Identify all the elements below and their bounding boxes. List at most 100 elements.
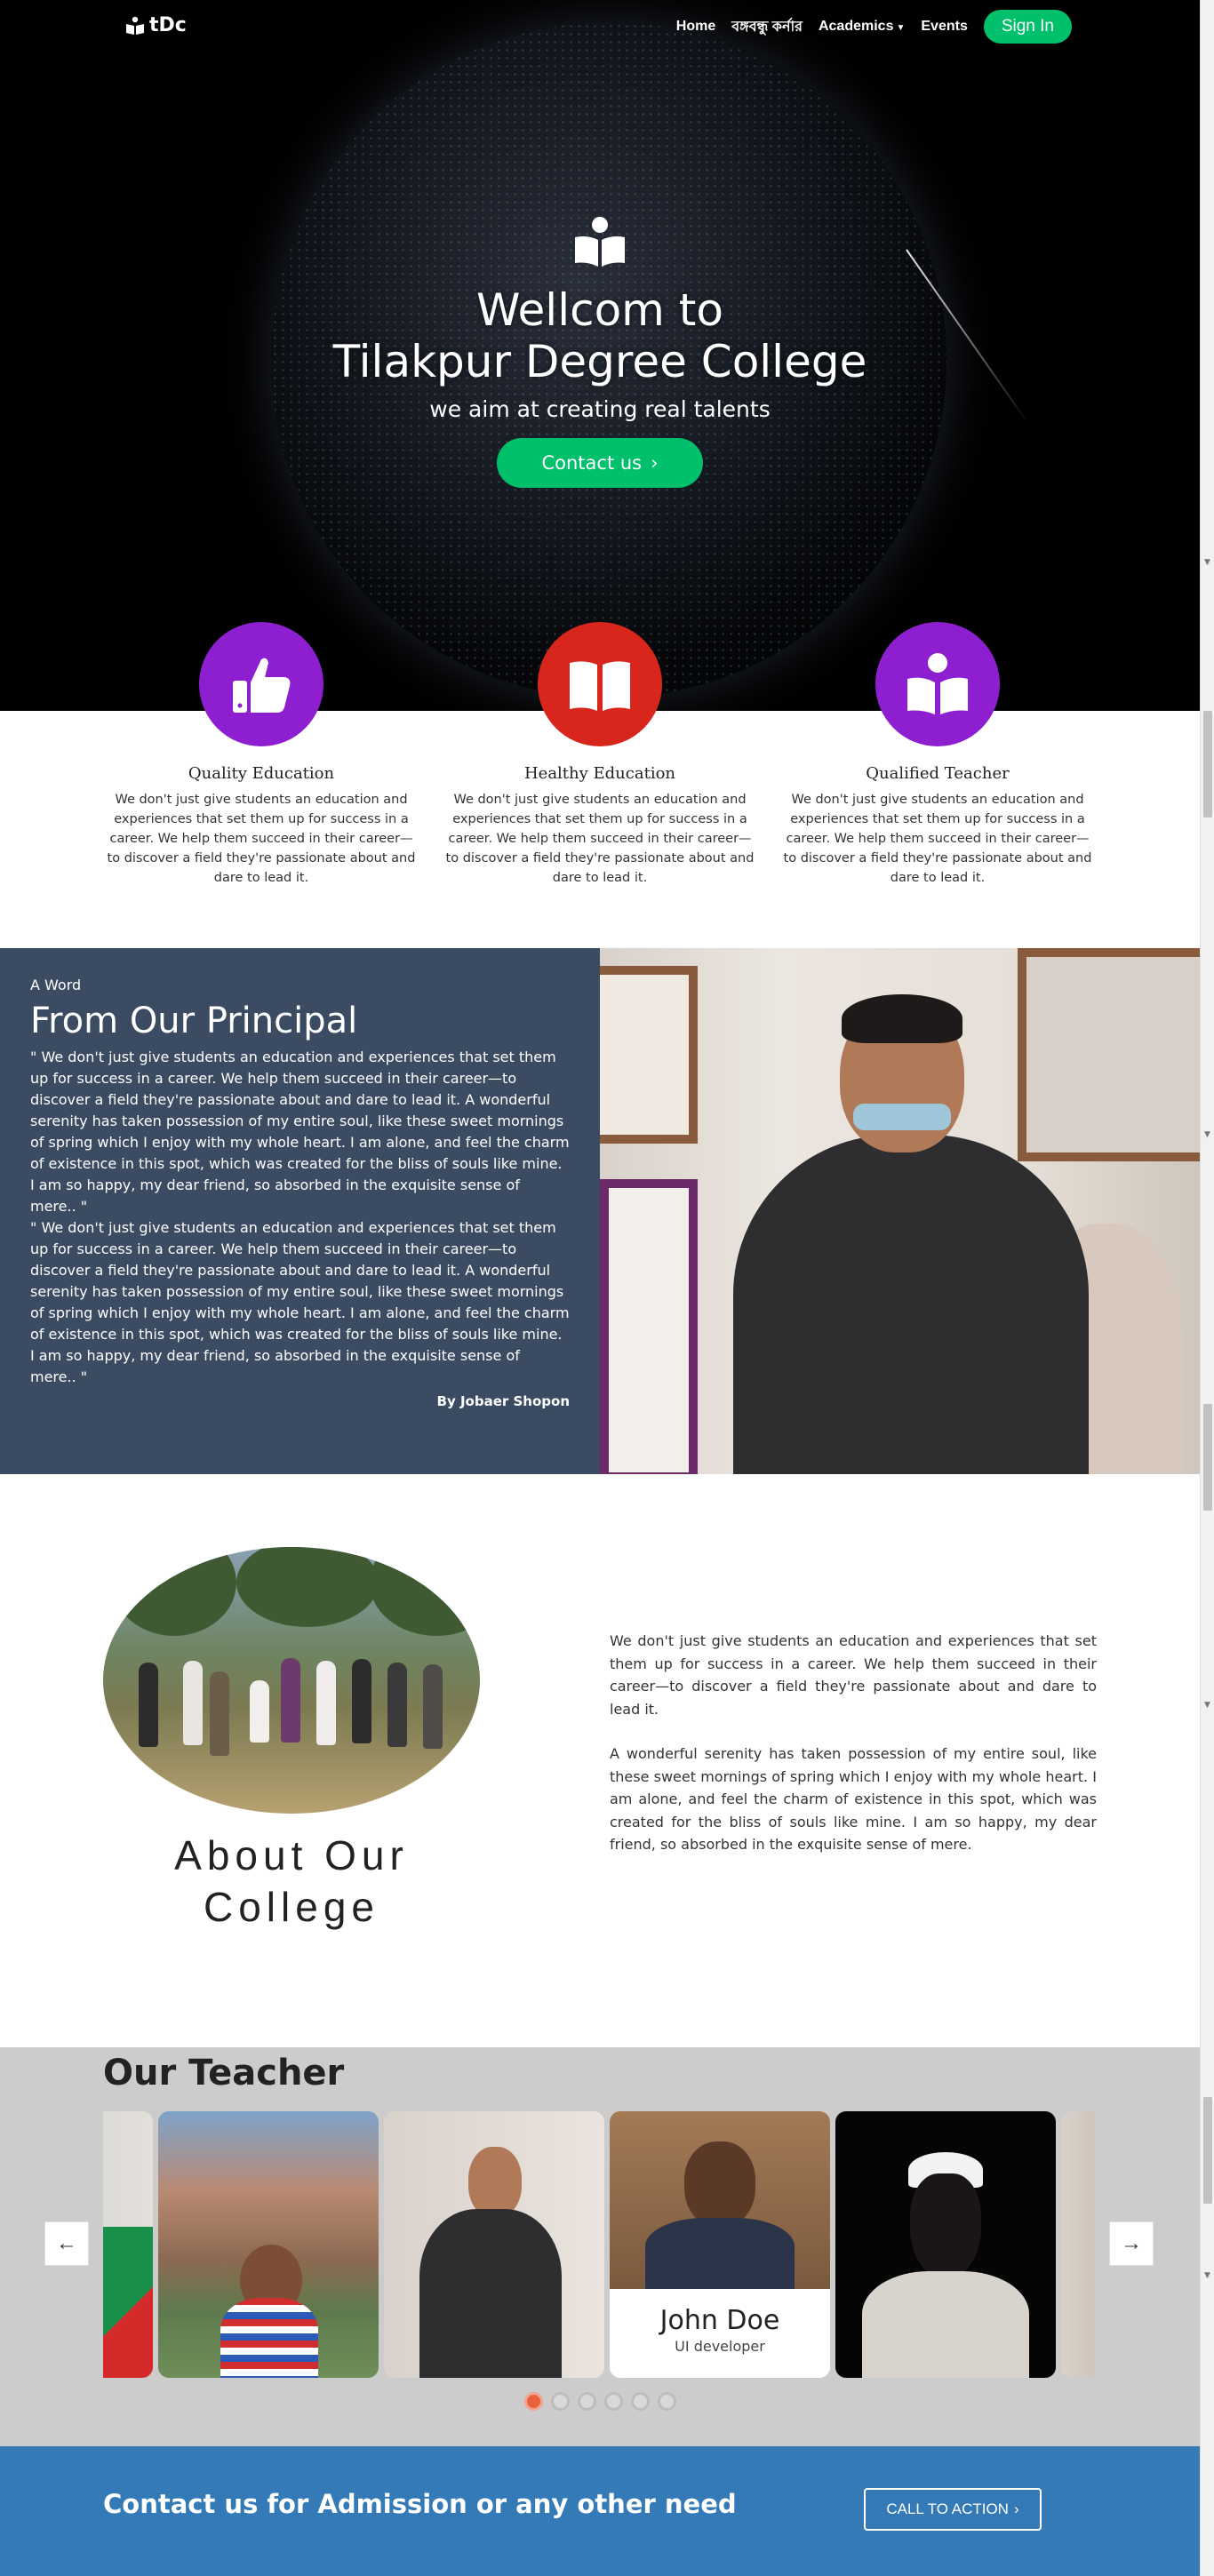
feature-icon-circle	[199, 622, 323, 746]
principal-byline: By Jobaer Shopon	[436, 1393, 570, 1409]
page-scrollbar[interactable]: ▼ ▼ ▼ ▼	[1200, 0, 1214, 2576]
about-heading-line1: About Our	[174, 1832, 409, 1878]
caret-down-icon: ▼	[896, 23, 906, 33]
person	[281, 1658, 300, 1743]
book-icon	[570, 661, 630, 711]
scroll-down-arrow[interactable]: ▼	[1204, 1130, 1210, 1139]
chevron-right-icon: ›	[1013, 2500, 1019, 2517]
top-navbar: tDc Home বঙ্গবন্ধু কর্নার Academics ▼ Eve…	[0, 0, 1200, 53]
teacher-name: John Doe	[659, 2305, 780, 2336]
scroll-thumb[interactable]	[1203, 2097, 1212, 2204]
feature-card-qualified-teacher: Qualified Teacher We don't just give stu…	[777, 622, 1098, 888]
tree	[370, 1547, 480, 1636]
about-text: We don't just give students an education…	[610, 1630, 1097, 1856]
wall-frame	[1018, 948, 1200, 1161]
teacher-carousel[interactable]: John Doe UI developer	[103, 2111, 1095, 2378]
carousel-dot[interactable]	[550, 2392, 570, 2411]
hero-section: tDc Home বঙ্গবন্ধু কর্নার Academics ▼ Eve…	[0, 0, 1200, 711]
teacher-shirt	[862, 2271, 1029, 2378]
tree	[236, 1547, 379, 1627]
wall-frame	[600, 966, 698, 1144]
cta-text: Contact us for Admission or any other ne…	[103, 2489, 737, 2519]
feature-title: Healthy Education	[523, 764, 676, 783]
contact-us-button[interactable]: Contact us ›	[497, 438, 703, 488]
principal-message-panel: A Word From Our Principal " We don't jus…	[0, 948, 600, 1474]
feature-icon-circle	[538, 622, 662, 746]
cta-section: Contact us for Admission or any other ne…	[0, 2446, 1200, 2576]
carousel-dots	[0, 2392, 1200, 2411]
college-group-photo	[103, 1547, 480, 1814]
features-section: Quality Education We don't just give stu…	[0, 622, 1200, 948]
cta-button-label: CALL TO ACTION	[886, 2500, 1009, 2517]
scroll-down-arrow[interactable]: ▼	[1204, 558, 1210, 567]
reader-icon	[575, 217, 625, 267]
feature-card-quality-education: Quality Education We don't just give stu…	[100, 622, 422, 888]
hero-subtitle: we aim at creating real talents	[429, 396, 771, 422]
carousel-dot[interactable]	[657, 2392, 676, 2411]
hero-title: Wellcom to Tilakpur Degree College	[0, 284, 1200, 387]
person	[210, 1671, 229, 1756]
teacher-photo	[610, 2111, 830, 2289]
person	[183, 1661, 203, 1745]
feature-icon-circle	[875, 622, 1000, 746]
principal-quote: " We don't just give students an educati…	[30, 1219, 570, 1385]
about-heading: About Our College	[103, 1830, 480, 1933]
scroll-thumb[interactable]	[1203, 711, 1212, 817]
carousel-dot[interactable]	[603, 2392, 623, 2411]
about-paragraph: We don't just give students an education…	[610, 1632, 1097, 1718]
scroll-down-arrow[interactable]: ▼	[1204, 2271, 1210, 2280]
carousel-next-button[interactable]: →	[1109, 2221, 1154, 2266]
face-mask	[853, 1104, 951, 1130]
about-section: About Our College We don't just give stu…	[0, 1474, 1200, 2047]
scroll-thumb[interactable]	[1203, 1404, 1212, 1511]
carousel-dot[interactable]	[523, 2392, 543, 2411]
feature-text: We don't just give students an education…	[783, 793, 1092, 885]
chevron-right-icon: ›	[651, 452, 659, 474]
site-logo[interactable]: tDc	[124, 14, 187, 36]
teacher-beard	[910, 2173, 981, 2280]
hero-title-line1: Wellcom to	[476, 284, 723, 336]
scroll-down-arrow[interactable]: ▼	[1204, 1701, 1210, 1710]
thumbs-up-icon	[233, 658, 291, 713]
nav-home-link[interactable]: Home	[676, 19, 715, 35]
person	[139, 1663, 158, 1747]
call-to-action-button[interactable]: CALL TO ACTION ›	[864, 2488, 1042, 2531]
principal-title: From Our Principal	[30, 1001, 358, 1041]
reader-icon	[907, 653, 968, 714]
person-hair	[842, 994, 962, 1043]
teacher-card[interactable]	[103, 2111, 153, 2378]
teacher-card-john-doe[interactable]: John Doe UI developer	[610, 2111, 830, 2378]
hero-content: Wellcom to Tilakpur Degree College we ai…	[0, 213, 1200, 488]
principal-kicker: A Word	[30, 977, 82, 993]
teacher-card[interactable]	[158, 2111, 379, 2378]
person	[423, 1664, 443, 1749]
about-paragraph: A wonderful serenity has taken possessio…	[610, 1745, 1097, 1853]
feature-text: We don't just give students an education…	[107, 793, 416, 885]
teacher-role: UI developer	[675, 2338, 765, 2355]
flag-decoration	[103, 2227, 153, 2378]
contact-us-label: Contact us	[541, 452, 643, 474]
logo-text: tDc	[149, 14, 187, 36]
person	[316, 1661, 336, 1745]
teacher-card[interactable]	[835, 2111, 1056, 2378]
teacher-card[interactable]	[384, 2111, 604, 2378]
nav-events-link[interactable]: Events	[921, 19, 967, 35]
teacher-suit	[645, 2218, 795, 2289]
teacher-suit	[419, 2209, 562, 2378]
feature-title: Qualified Teacher	[866, 764, 1010, 783]
nav-bangabandhu-corner-link[interactable]: বঙ্গবন্ধু কর্নার	[731, 15, 803, 39]
nav-academics-label: Academics	[818, 19, 894, 34]
person	[250, 1680, 269, 1743]
person-body	[733, 1135, 1089, 1474]
teacher-card[interactable]	[1061, 2111, 1095, 2378]
carousel-dot[interactable]	[630, 2392, 650, 2411]
feature-text: We don't just give students an education…	[445, 793, 755, 885]
nav-links: Home বঙ্গবন্ধু কর্নার Academics ▼ Events …	[667, 10, 1200, 44]
principal-photo	[600, 948, 1200, 1474]
carousel-dot[interactable]	[577, 2392, 596, 2411]
nav-academics-dropdown[interactable]: Academics ▼	[819, 19, 905, 35]
reader-icon	[126, 16, 144, 35]
sign-in-button[interactable]: Sign In	[983, 10, 1072, 44]
feature-card-healthy-education: Healthy Education We don't just give stu…	[439, 622, 761, 888]
carousel-prev-button[interactable]: ←	[44, 2221, 89, 2266]
